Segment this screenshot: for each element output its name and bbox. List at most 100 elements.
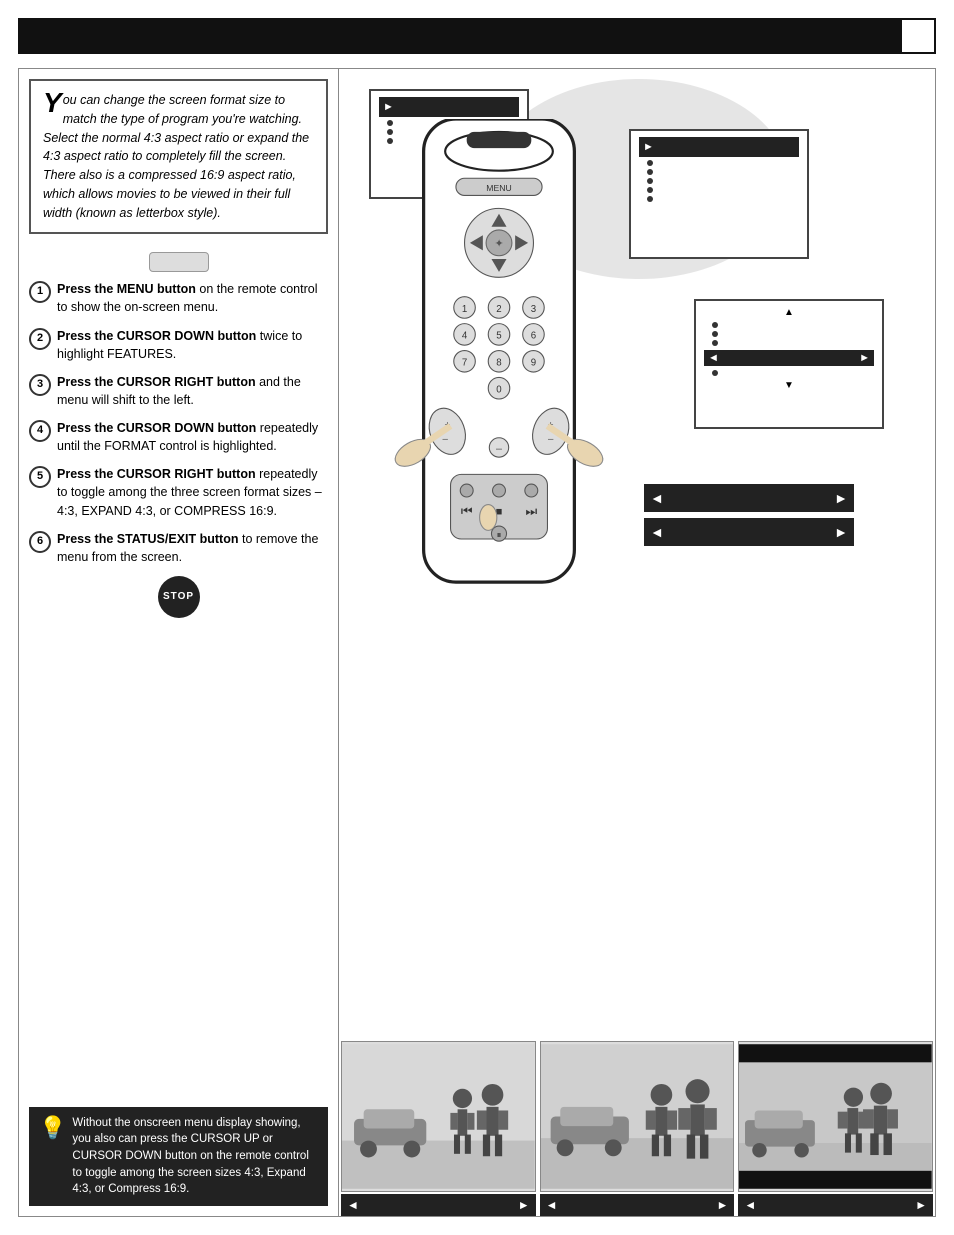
menu-bullet-8 [647, 196, 653, 202]
svg-text:2: 2 [496, 304, 501, 315]
format-menu-item: ◄ ► [704, 350, 874, 366]
remote-area: ► ► [339, 69, 935, 1039]
page-number [900, 18, 936, 54]
step-text-5: Press the CURSOR RIGHT button repeatedly… [57, 465, 328, 519]
menu-button-image [19, 252, 338, 272]
intro-text: ou can change the screen format size to … [43, 93, 309, 220]
menu-arrow-2: ► [643, 141, 654, 153]
bottom-label-1-left: ◄ [347, 1198, 359, 1212]
top-bar [18, 18, 936, 54]
svg-text:✦: ✦ [494, 238, 503, 250]
menu-box-2: ► [629, 129, 809, 259]
menu-bullet-10 [712, 331, 718, 337]
intro-box: You can change the screen format size to… [29, 79, 328, 234]
svg-text:5: 5 [496, 331, 501, 342]
tip-text: Without the onscreen menu display showin… [72, 1115, 318, 1198]
svg-text:⏸: ⏸ [497, 530, 502, 541]
svg-text:1: 1 [462, 304, 467, 315]
bottom-label-2-left: ◄ [546, 1198, 558, 1212]
menu-item-highlighted-1: ► [379, 97, 519, 117]
step-text-1: Press the MENU button on the remote cont… [57, 280, 328, 316]
menu-bullet-6 [647, 178, 653, 184]
menu-button-shape [149, 252, 209, 272]
format-bar-1-right: ► [834, 490, 848, 506]
menu-bullet-9 [712, 322, 718, 328]
svg-text:–: – [548, 434, 554, 445]
svg-text:MENU: MENU [486, 183, 511, 193]
step-number-4: 4 [29, 420, 51, 442]
step-number-5: 5 [29, 466, 51, 488]
format-arrow-right: ► [859, 352, 870, 364]
image-panel-3 [738, 1041, 933, 1192]
step-6: 6 Press the STATUS/EXIT button to remove… [29, 530, 328, 566]
drop-cap: Y [43, 91, 62, 115]
main-content: You can change the screen format size to… [18, 68, 936, 1217]
bottom-images [339, 1039, 935, 1194]
format-bar-area: ◄ ► ◄ ► [644, 484, 854, 546]
bottom-label-2: ◄ ► [540, 1194, 735, 1216]
stop-button-area: STOP [29, 576, 328, 618]
image-panel-1 [341, 1041, 536, 1192]
step-text-2: Press the CURSOR DOWN button twice to hi… [57, 327, 328, 363]
svg-text:7: 7 [462, 358, 467, 369]
left-column: You can change the screen format size to… [19, 69, 339, 1216]
svg-text:9: 9 [531, 358, 536, 369]
step-5: 5 Press the CURSOR RIGHT button repeated… [29, 465, 328, 519]
menu-label-1 [394, 99, 458, 115]
right-column: ► ► [339, 69, 935, 1216]
menu-bullet-11 [712, 340, 718, 346]
bottom-label-1: ◄ ► [341, 1194, 536, 1216]
menu-label-2 [654, 139, 742, 155]
stop-button: STOP [158, 576, 200, 618]
svg-text:8: 8 [496, 358, 501, 369]
step-1: 1 Press the MENU button on the remote co… [29, 280, 328, 316]
format-label [719, 352, 859, 364]
bottom-label-bar: ◄ ► ◄ ► ◄ ► [339, 1194, 935, 1216]
tip-box: 💡 Without the onscreen menu display show… [29, 1107, 328, 1206]
tip-header: 💡 Without the onscreen menu display show… [31, 1109, 326, 1204]
bottom-label-3-right: ► [915, 1198, 927, 1212]
step-text-4: Press the CURSOR DOWN button repeatedly … [57, 419, 328, 455]
menu-bullet-4 [647, 160, 653, 166]
step-number-3: 3 [29, 374, 51, 396]
format-bar-1: ◄ ► [644, 484, 854, 512]
menu-item-highlighted-2: ► [639, 137, 799, 157]
svg-text:0: 0 [496, 385, 502, 396]
svg-text:⏮: ⏮ [461, 503, 473, 518]
svg-text:–: – [442, 434, 448, 445]
menu-bullet-12 [712, 370, 718, 376]
step-3: 3 Press the CURSOR RIGHT button and the … [29, 373, 328, 409]
menu-bullet-7 [647, 187, 653, 193]
steps-section: 1 Press the MENU button on the remote co… [19, 276, 338, 1106]
menu-bullet-5 [647, 169, 653, 175]
svg-text:4: 4 [462, 331, 468, 342]
bottom-label-1-right: ► [518, 1198, 530, 1212]
bottom-label-3-left: ◄ [744, 1198, 756, 1212]
step-4: 4 Press the CURSOR DOWN button repeatedl… [29, 419, 328, 455]
menu-arrow-1: ► [383, 101, 394, 113]
format-arrow-left: ◄ [708, 352, 719, 364]
page: You can change the screen format size to… [0, 0, 954, 1235]
step-number-2: 2 [29, 328, 51, 350]
svg-text:–: – [496, 443, 502, 455]
menu-title-triangle: ▲ [704, 307, 874, 318]
step-number-6: 6 [29, 531, 51, 553]
svg-text:3: 3 [531, 304, 536, 315]
image-panel-2 [540, 1041, 735, 1192]
svg-text:⏭: ⏭ [525, 503, 537, 518]
format-bar-1-left: ◄ [650, 490, 664, 506]
format-bar-2-right: ► [834, 524, 848, 540]
step-text-3: Press the CURSOR RIGHT button and the me… [57, 373, 328, 409]
menu-title-triangle-down: ▼ [704, 380, 874, 391]
lightbulb-icon: 💡 [39, 1115, 66, 1141]
bottom-label-2-right: ► [716, 1198, 728, 1212]
bottom-label-3: ◄ ► [738, 1194, 933, 1216]
svg-text:6: 6 [531, 331, 536, 342]
step-text-6: Press the STATUS/EXIT button to remove t… [57, 530, 328, 566]
format-bar-2-left: ◄ [650, 524, 664, 540]
remote-control: MENU ✦ 1 [379, 119, 619, 679]
format-bar-2: ◄ ► [644, 518, 854, 546]
step-number-1: 1 [29, 281, 51, 303]
menu-box-3: ▲ ◄ ► ▼ [694, 299, 884, 429]
step-2: 2 Press the CURSOR DOWN button twice to … [29, 327, 328, 363]
